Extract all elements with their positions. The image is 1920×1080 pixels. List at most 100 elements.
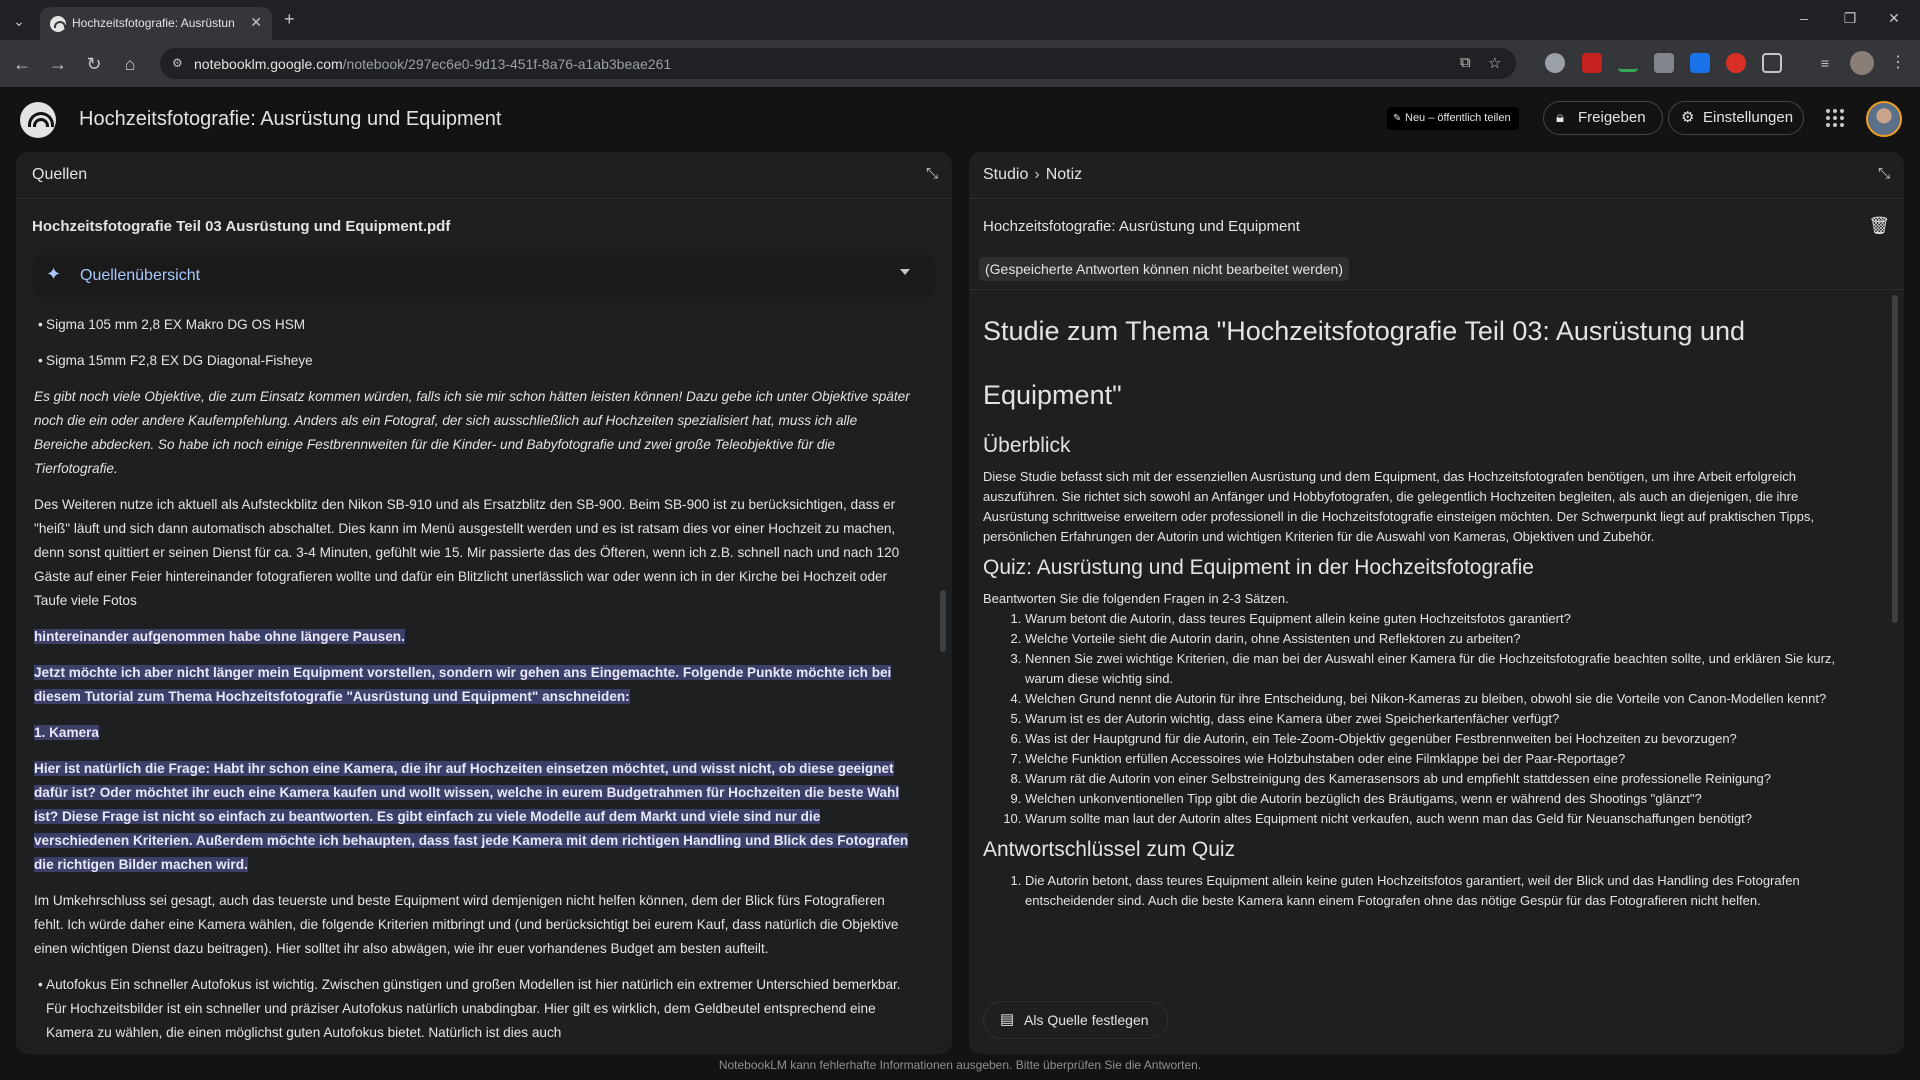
window-close-icon[interactable]: ✕ <box>1884 10 1904 27</box>
extension-6-icon[interactable] <box>1726 53 1746 73</box>
sources-panel: Quellen ⤡ Hochzeitsfotografie Teil 03 Au… <box>16 152 952 1054</box>
quiz-question: Welchen unkonventionellen Tipp gibt die … <box>1025 789 1863 809</box>
source-content: Sigma 105 mm 2,8 EX Makro DG OS HSM Sigm… <box>34 313 914 1053</box>
note-source-icon: ▤ <box>1000 1011 1015 1028</box>
sparkle-icon: ✦ <box>46 264 62 284</box>
new-public-share-badge[interactable]: Neu – öffentlich teilen <box>1387 107 1519 130</box>
studio-panel: Studio › Notiz ⤡ Hochzeitsfotografie: Ausr… <box>969 152 1904 1054</box>
collapse-panel-icon[interactable]: ⤡ <box>1878 165 1890 182</box>
highlighted-passage: 1. Kamera <box>34 721 914 745</box>
browser-toolbar: ← → ↻ ⌂ ⚙ notebooklm.google.com/notebook… <box>0 40 1920 87</box>
media-controls-icon[interactable]: ≡ <box>1815 53 1835 73</box>
breadcrumb: Studio › Notiz <box>983 166 1082 184</box>
quiz-question: Welchen Grund nennt die Autorin für ihre… <box>1025 689 1863 709</box>
quiz-list: Warum betont die Autorin, dass teures Eq… <box>983 609 1863 829</box>
bookmark-star-icon[interactable]: ☆ <box>1488 54 1501 72</box>
section-heading-answers: Antwortschlüssel zum Quiz <box>983 838 1236 861</box>
forward-icon[interactable]: → <box>46 52 70 76</box>
lock-icon: 🔒︎ <box>1556 109 1564 126</box>
new-tab-icon[interactable]: + <box>284 9 295 30</box>
quiz-intro: Beantworten Sie die folgenden Fragen in … <box>983 591 1289 606</box>
answer-list: Die Autorin betont, dass teures Equipmen… <box>983 871 1863 911</box>
google-apps-icon[interactable] <box>1826 109 1844 127</box>
highlighted-text: hintereinander aufgenommen habe ohne län… <box>34 629 405 644</box>
settings-button[interactable]: ⚙ Einstellungen <box>1668 101 1804 135</box>
extension-2-icon[interactable] <box>1582 53 1602 73</box>
overview-paragraph: Diese Studie befasst sich mit der essenz… <box>983 469 1814 544</box>
url-text: notebooklm.google.com/notebook/297ec6e0-… <box>194 56 671 72</box>
quiz-question: Nennen Sie zwei wichtige Kriterien, die … <box>1025 649 1863 689</box>
note-heading: Studie zum Thema "Hochzeitsfotografie Te… <box>983 316 1746 410</box>
home-icon[interactable]: ⌂ <box>118 52 142 76</box>
extension-4-icon[interactable] <box>1654 53 1674 73</box>
minimize-icon[interactable]: – <box>1794 10 1814 26</box>
gear-icon: ⚙ <box>1681 109 1695 126</box>
url-host: notebooklm.google.com <box>194 56 343 72</box>
quiz-question: Welche Vorteile sieht die Autorin darin,… <box>1025 629 1863 649</box>
sources-panel-header: Quellen ⤡ <box>16 152 952 199</box>
breadcrumb-studio[interactable]: Studio <box>983 166 1028 183</box>
back-icon[interactable]: ← <box>10 52 34 76</box>
readonly-notice: (Gespeicherte Antworten können nicht bea… <box>979 257 1349 281</box>
source-overview-toggle[interactable]: ✦ Quellenübersicht <box>32 255 936 297</box>
source-paragraph: Es gibt noch viele Objektive, die zum Ei… <box>34 389 910 476</box>
site-info-icon[interactable]: ⚙ <box>172 56 186 70</box>
set-as-source-button[interactable]: ▤ Als Quelle festlegen <box>983 1001 1168 1039</box>
extension-3-icon[interactable] <box>1618 60 1638 72</box>
trash-icon[interactable]: 🗑︎ <box>1868 216 1890 236</box>
set-as-source-label: Als Quelle festlegen <box>1024 1012 1149 1028</box>
note-scrollbar[interactable] <box>1892 295 1898 623</box>
breadcrumb-note: Notiz <box>1045 166 1083 183</box>
extension-5-icon[interactable] <box>1690 53 1710 73</box>
notebooklm-logo-icon[interactable] <box>20 102 56 138</box>
collapse-panel-icon[interactable]: ⤡ <box>926 165 938 182</box>
section-heading-overview: Überblick <box>983 434 1071 457</box>
browser-profile-avatar[interactable] <box>1850 51 1874 75</box>
quiz-question: Warum sollte man laut der Autorin altes … <box>1025 809 1863 829</box>
quiz-question: Was ist der Hauptgrund für die Autorin, … <box>1025 729 1863 749</box>
share-button[interactable]: 🔒︎ Freigeben <box>1543 101 1663 135</box>
browser-tab-active[interactable]: Hochzeitsfotografie: Ausrüstun ✕ <box>40 7 272 40</box>
account-avatar[interactable] <box>1866 101 1902 137</box>
notebook-title[interactable]: Hochzeitsfotografie: Ausrüstung und Equi… <box>79 108 501 131</box>
studio-panel-header: Studio › Notiz ⤡ <box>969 152 1904 199</box>
source-overview-label: Quellenübersicht <box>80 267 201 284</box>
chevron-down-icon <box>900 269 910 275</box>
quiz-question: Warum rät die Autorin von einer Selbstre… <box>1025 769 1863 789</box>
note-content: Studie zum Thema "Hochzeitsfotografie Te… <box>983 299 1863 989</box>
restore-icon[interactable]: ❐ <box>1840 10 1860 27</box>
highlighted-text: 1. Kamera <box>34 725 99 740</box>
highlighted-passage: hintereinander aufgenommen habe ohne län… <box>34 625 914 649</box>
install-app-icon[interactable]: ⧉ <box>1460 54 1471 71</box>
browser-menu-icon[interactable]: ⋮ <box>1890 52 1906 72</box>
tab-search-chevron-icon[interactable]: ⌄ <box>8 10 30 32</box>
highlighted-passage: Hier ist natürlich die Frage: Habt ihr s… <box>34 757 914 877</box>
settings-label: Einstellungen <box>1703 109 1794 126</box>
source-bullet: Autofokus Ein schneller Autofokus ist wi… <box>34 973 914 1045</box>
source-bullet: Sigma 105 mm 2,8 EX Makro DG OS HSM <box>34 313 914 337</box>
quiz-question: Welche Funktion erfüllen Accessoires wie… <box>1025 749 1863 769</box>
highlighted-passage: Jetzt möchte ich aber nicht länger mein … <box>34 661 914 709</box>
share-label: Freigeben <box>1578 109 1646 126</box>
extensions-puzzle-icon[interactable] <box>1762 53 1782 73</box>
sources-title: Quellen <box>32 166 88 183</box>
answer-item: Die Autorin betont, dass teures Equipmen… <box>1025 871 1863 911</box>
source-filename: Hochzeitsfotografie Teil 03 Ausrüstung u… <box>32 218 451 235</box>
disclaimer-footer: NotebookLM kann fehlerhafte Informatione… <box>718 1058 1202 1072</box>
app-header: Hochzeitsfotografie: Ausrüstung und Equi… <box>0 87 1920 150</box>
sources-scrollbar[interactable] <box>940 590 946 652</box>
quiz-question: Warum betont die Autorin, dass teures Eq… <box>1025 609 1863 629</box>
source-paragraph: Im Umkehrschluss sei gesagt, auch das te… <box>34 893 899 956</box>
reload-icon[interactable]: ↻ <box>82 52 106 76</box>
highlighted-text: Jetzt möchte ich aber nicht länger mein … <box>34 665 892 704</box>
address-bar[interactable]: ⚙ notebooklm.google.com/notebook/297ec6e… <box>160 48 1516 79</box>
source-paragraph: Des Weiteren nutze ich aktuell als Aufst… <box>34 497 900 608</box>
section-heading-quiz: Quiz: Ausrüstung und Equipment in der Ho… <box>983 556 1534 579</box>
tab-close-icon[interactable]: ✕ <box>250 14 262 31</box>
tab-title: Hochzeitsfotografie: Ausrüstun <box>72 16 235 30</box>
quiz-question: Warum ist es der Autorin wichtig, dass e… <box>1025 709 1863 729</box>
chevron-right-icon: › <box>1034 166 1040 183</box>
extension-1-icon[interactable] <box>1545 53 1565 73</box>
divider <box>969 289 1904 290</box>
url-path: /notebook/297ec6e0-9d13-451f-8a76-a1ab3b… <box>342 56 672 72</box>
